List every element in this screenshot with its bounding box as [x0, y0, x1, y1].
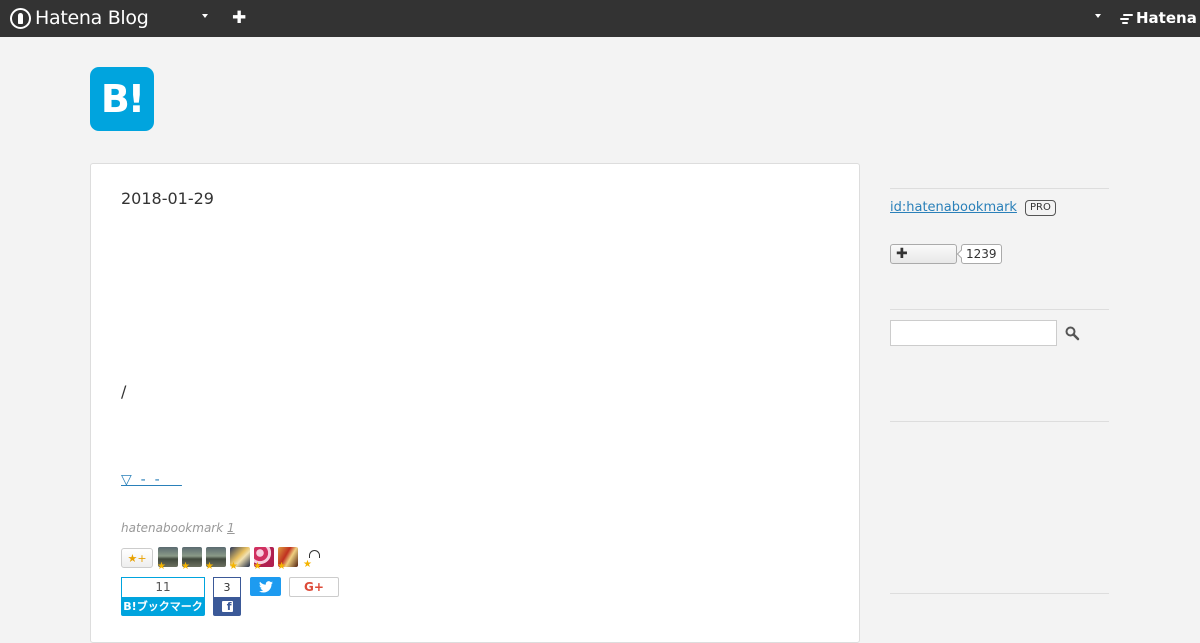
comment-count-link[interactable]: 1 [227, 521, 235, 535]
blog-logo[interactable]: B! [90, 67, 154, 131]
hatena-star-row: ★+ ★ ★ ★ ★ ★ ★ ★ [121, 547, 323, 572]
facebook-share-count: 3 [213, 577, 241, 597]
article-read-more-link[interactable]: ▽ - - [121, 472, 182, 488]
article-body-text: / [121, 382, 127, 401]
sidebar-user-id-link[interactable]: id:hatenabookmark [890, 200, 1017, 215]
star-user-avatar[interactable]: ★ [277, 547, 299, 572]
author-name: hatenabookmark [121, 521, 224, 535]
new-post-plus-icon[interactable]: ✚ [232, 8, 246, 28]
hatena-bookmark-button[interactable]: 11 B!ブックマーク [121, 577, 205, 617]
sidebar-divider [890, 309, 1109, 310]
pro-badge: PRO [1025, 200, 1056, 216]
star-user-avatar[interactable]: ★ [301, 547, 323, 570]
article-date[interactable]: 2018-01-29 [121, 189, 214, 208]
follow-button[interactable]: ✚ [890, 244, 957, 264]
hatena-bookmark-count: 11 [121, 577, 205, 597]
sidebar-divider [890, 421, 1109, 422]
brand-name: Hatena Blog [35, 7, 149, 29]
global-header: Hatena Blog ✚ Hatena [0, 0, 1200, 37]
hatena-blog-logo-icon [10, 7, 31, 29]
account-menu-chevron-down-icon[interactable] [1095, 14, 1101, 18]
facebook-share-button[interactable]: 3 f [213, 577, 241, 617]
follower-count[interactable]: 1239 [961, 244, 1002, 264]
facebook-icon: f [221, 601, 233, 613]
star-user-avatar[interactable]: ★ [157, 547, 179, 572]
add-star-button[interactable]: ★+ [121, 548, 153, 568]
article-card: 2018-01-29 / ▽ - - hatenabookmark 1 ★+ ★… [90, 163, 860, 643]
hatena-service-name: Hatena [1136, 9, 1197, 27]
sidebar-divider [890, 593, 1109, 594]
search-icon[interactable] [1064, 325, 1080, 341]
star-user-avatar[interactable]: ★ [181, 547, 203, 572]
star-user-avatar[interactable]: ★ [229, 547, 251, 572]
hatena-blog-brand-link[interactable]: Hatena Blog [10, 7, 149, 29]
googleplus-share-button[interactable]: G+ [289, 577, 339, 597]
sidebar-divider [890, 188, 1109, 189]
blog-menu-chevron-down-icon[interactable] [202, 14, 208, 18]
twitter-share-button[interactable] [250, 577, 281, 596]
article-footer-author: hatenabookmark 1 [121, 521, 235, 535]
twitter-bird-icon [258, 580, 273, 593]
search-input[interactable] [890, 320, 1057, 346]
facebook-icon-wrap: f [213, 597, 241, 616]
hatena-service-link[interactable]: Hatena [1119, 9, 1197, 27]
hatena-bookmark-label: B!ブックマーク [121, 597, 205, 616]
star-user-avatar[interactable]: ★ [205, 547, 227, 572]
star-user-avatar[interactable]: ★ [253, 547, 275, 572]
hatena-logo-icon [1119, 11, 1133, 25]
